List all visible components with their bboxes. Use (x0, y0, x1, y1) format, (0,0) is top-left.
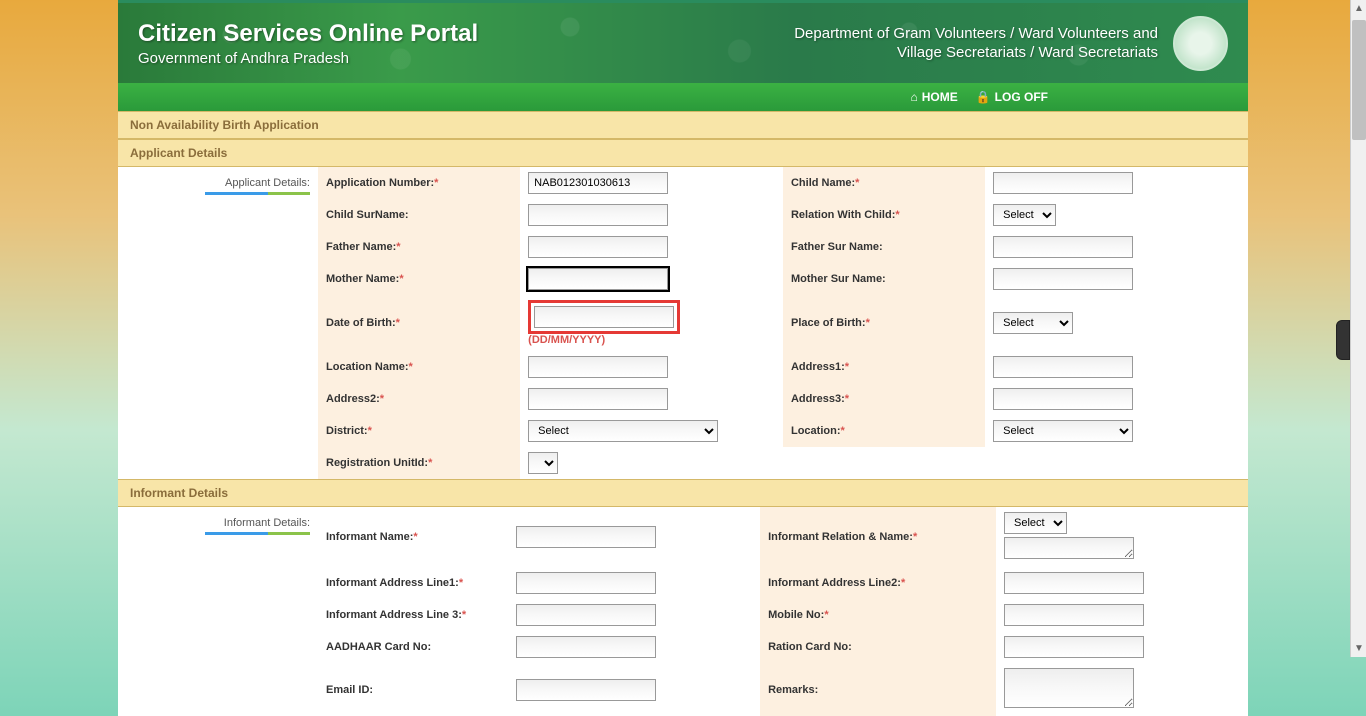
portal-subtitle: Government of Andhra Pradesh (138, 50, 478, 67)
lock-icon: 🔒 (976, 90, 991, 104)
informant-side-col: Informant Details: (118, 507, 318, 716)
label-dob: Date of Birth:* (318, 295, 520, 351)
aadhaar-field[interactable] (516, 636, 656, 658)
label-address2: Address2:* (318, 383, 520, 415)
label-remarks: Remarks: (760, 663, 996, 716)
address2-field[interactable] (528, 388, 668, 410)
logoff-link[interactable]: 🔒 LOG OFF (976, 90, 1048, 104)
scroll-down-arrow-icon[interactable]: ▼ (1354, 643, 1364, 654)
district-select[interactable]: Select (528, 420, 718, 442)
dept-line2: Village Secretariats / Ward Secretariats (794, 43, 1158, 63)
informant-details-bar: Informant Details (118, 479, 1248, 507)
label-reg-unitid: Registration UnitId:* (318, 447, 520, 479)
relation-child-select[interactable]: Select (993, 204, 1056, 226)
informant-name-field[interactable] (516, 526, 656, 548)
informant-addr2-field[interactable] (1004, 572, 1144, 594)
email-field[interactable] (516, 679, 656, 701)
address3-field[interactable] (993, 388, 1133, 410)
applicant-form: Applicant Details: Application Number:* … (118, 167, 1248, 479)
logoff-label: LOG OFF (995, 90, 1048, 104)
page-wrapper: Citizen Services Online Portal Governmen… (118, 0, 1248, 716)
header-right: Department of Gram Volunteers / Ward Vol… (794, 16, 1228, 71)
informant-addr3-field[interactable] (516, 604, 656, 626)
label-location: Location:* (783, 415, 985, 447)
dept-line1: Department of Gram Volunteers / Ward Vol… (794, 24, 1158, 44)
label-informant-addr3: Informant Address Line 3:* (318, 599, 508, 631)
label-father-surname: Father Sur Name: (783, 231, 985, 263)
header-banner: Citizen Services Online Portal Governmen… (118, 3, 1248, 83)
informant-form: Informant Details: Informant Name:* Info… (118, 507, 1248, 716)
applicant-details-bar: Applicant Details (118, 139, 1248, 167)
label-mother-surname: Mother Sur Name: (783, 263, 985, 295)
mother-surname-field[interactable] (993, 268, 1133, 290)
label-relation-child: Relation With Child:* (783, 199, 985, 231)
applicant-side-label: Applicant Details: (122, 177, 310, 192)
page-title-bar: Non Availability Birth Application (118, 111, 1248, 139)
informant-addr1-field[interactable] (516, 572, 656, 594)
label-location-name: Location Name:* (318, 351, 520, 383)
label-district: District:* (318, 415, 520, 447)
home-label: HOME (922, 90, 958, 104)
label-father-name: Father Name:* (318, 231, 520, 263)
underline-decor (205, 192, 310, 195)
mother-name-field[interactable] (528, 268, 668, 290)
label-child-surname: Child SurName: (318, 199, 520, 231)
label-mother-name: Mother Name:* (318, 263, 520, 295)
portal-title: Citizen Services Online Portal (138, 20, 478, 48)
scroll-thumb[interactable] (1352, 20, 1366, 140)
side-tab-widget[interactable] (1336, 320, 1350, 360)
dob-highlight-box (528, 300, 680, 334)
department-text: Department of Gram Volunteers / Ward Vol… (794, 24, 1158, 63)
application-number-field[interactable] (528, 172, 668, 194)
label-informant-addr1: Informant Address Line1:* (318, 567, 508, 599)
father-name-field[interactable] (528, 236, 668, 258)
location-select[interactable]: Select (993, 420, 1133, 442)
home-link[interactable]: ⌂ HOME (910, 90, 957, 104)
label-email: Email ID: (318, 663, 508, 716)
home-icon: ⌂ (910, 90, 917, 104)
informant-side-label: Informant Details: (122, 517, 310, 532)
state-seal-icon (1173, 16, 1228, 71)
informant-relation-select[interactable]: Select (1004, 512, 1067, 534)
label-informant-addr2: Informant Address Line2:* (760, 567, 996, 599)
header-left: Citizen Services Online Portal Governmen… (138, 20, 478, 67)
label-informant-relation: Informant Relation & Name:* (760, 507, 996, 567)
dob-format-note: (DD/MM/YYYY) (528, 334, 605, 346)
label-address3: Address3:* (783, 383, 985, 415)
label-address1: Address1:* (783, 351, 985, 383)
vertical-scrollbar[interactable]: ▲ ▼ (1350, 0, 1366, 657)
applicant-side-col: Applicant Details: (118, 167, 318, 479)
label-mobile-no: Mobile No:* (760, 599, 996, 631)
place-birth-select[interactable]: Select (993, 312, 1073, 334)
address1-field[interactable] (993, 356, 1133, 378)
mobile-no-field[interactable] (1004, 604, 1144, 626)
scroll-up-arrow-icon[interactable]: ▲ (1354, 3, 1364, 14)
location-name-field[interactable] (528, 356, 668, 378)
nav-bar: ⌂ HOME 🔒 LOG OFF (118, 83, 1248, 111)
label-informant-name: Informant Name:* (318, 507, 508, 567)
dob-field[interactable] (534, 306, 674, 328)
underline-decor-2 (205, 532, 310, 535)
applicant-fields-table: Application Number:* Child Name:* Child … (318, 167, 1248, 479)
label-child-name: Child Name:* (783, 167, 985, 199)
remarks-field[interactable] (1004, 668, 1134, 708)
informant-fields-table: Informant Name:* Informant Relation & Na… (318, 507, 1248, 716)
label-place-birth: Place of Birth:* (783, 295, 985, 351)
ration-card-field[interactable] (1004, 636, 1144, 658)
label-aadhaar: AADHAAR Card No: (318, 631, 508, 663)
label-application-number: Application Number:* (318, 167, 520, 199)
father-surname-field[interactable] (993, 236, 1133, 258)
label-ration-card: Ration Card No: (760, 631, 996, 663)
informant-relation-name-field[interactable] (1004, 537, 1134, 559)
child-name-field[interactable] (993, 172, 1133, 194)
child-surname-field[interactable] (528, 204, 668, 226)
reg-unitid-select[interactable] (528, 452, 558, 474)
